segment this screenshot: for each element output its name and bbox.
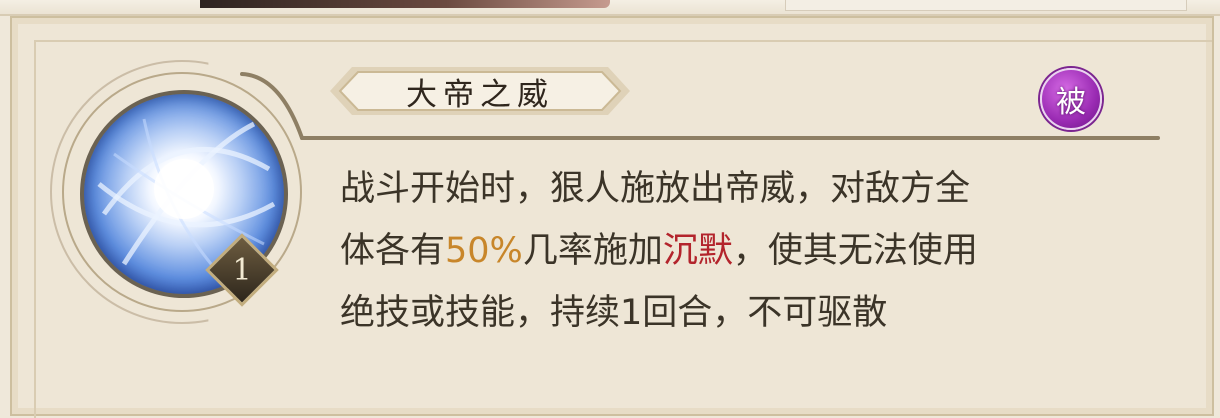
top-scene-strip [0,0,1220,16]
description-text: 几率施加 [522,231,663,271]
description-line-2: 体各有50%几率施加沉默，使其无法使用 [340,220,1140,282]
description-text: 体各有 [340,231,446,271]
silence-effect-keyword[interactable]: 沉默 [663,231,733,271]
chance-value: 50% [445,231,523,271]
description-line-3: 绝技或技能，持续1回合，不可驱散 [340,293,888,333]
passive-type-label: 被 [1056,85,1086,120]
description-text: ，使其无法使用 [732,231,978,271]
skill-description: 战斗开始时，狠人施放出帝威，对敌方全 体各有50%几率施加沉默，使其无法使用 绝… [340,158,1140,344]
title-divider [300,136,1160,140]
character-art-fragment [200,0,610,8]
description-line-1: 战斗开始时，狠人施放出帝威，对敌方全 [340,169,971,209]
divider-curve [240,72,304,140]
top-right-panel-edge [785,0,1187,11]
skill-title: 大帝之威 [406,76,554,113]
skill-level-number: 1 [232,252,252,288]
